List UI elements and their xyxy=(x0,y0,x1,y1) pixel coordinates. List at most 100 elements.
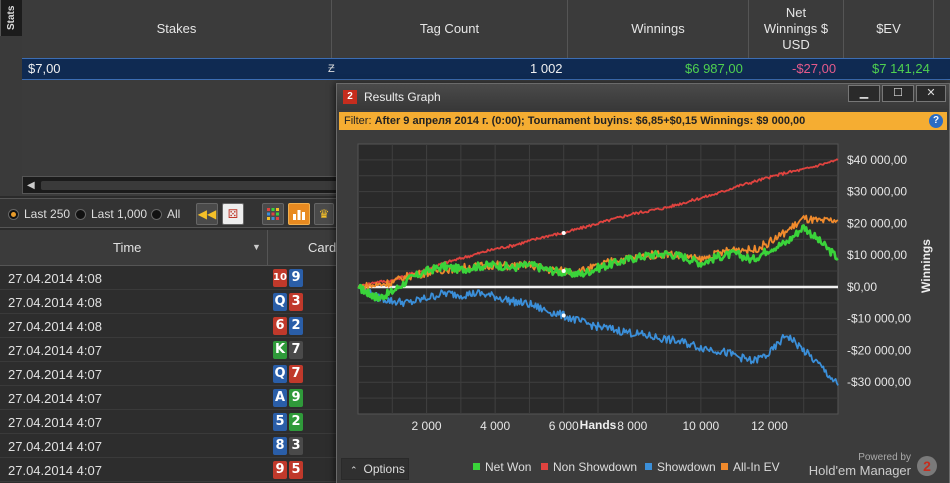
radio-all[interactable] xyxy=(151,209,162,220)
hand-time: 27.04.2014 4:07 xyxy=(8,439,102,454)
hover-marker xyxy=(561,269,566,274)
winnings-value: $6 987,00 xyxy=(685,61,743,76)
app-logo-icon: 2 xyxy=(343,90,357,104)
x-tick-label: 10 000 xyxy=(683,419,720,433)
col-header-time[interactable]: Time ▼ xyxy=(0,230,268,266)
playing-card: 9 xyxy=(289,269,303,287)
legend-label-non-showdown: Non Showdown xyxy=(553,460,638,474)
col-header-ev[interactable]: $EV xyxy=(844,0,934,58)
legend-label-all-in-ev: All-In EV xyxy=(733,460,780,474)
hands-filter-bar: Last 250 Last 1,000 All ◀◀ ⚄ ♛ xyxy=(0,198,340,228)
legend-non-showdown[interactable]: Non Showdown xyxy=(541,460,637,474)
y-tick-label: -$30 000,00 xyxy=(847,375,911,389)
table-row[interactable]: 27.04.2014 4:08 10 9 xyxy=(0,266,340,290)
table-row[interactable]: 27.04.2014 4:07 A 9 xyxy=(0,386,340,410)
net-winnings-value: -$27,00 xyxy=(792,61,837,76)
col-header-card[interactable]: Card xyxy=(268,230,340,266)
brand-label: Hold'em Manager xyxy=(808,463,911,478)
x-tick-label: 2 000 xyxy=(412,419,442,433)
y-tick-label: $20 000,00 xyxy=(847,216,907,230)
results-graph-titlebar[interactable]: 2 Results Graph ▁ ☐ ✕ xyxy=(337,84,949,110)
legend-swatch-net-won xyxy=(473,463,480,470)
table-row[interactable]: 27.04.2014 4:08 6 2 xyxy=(0,314,340,338)
y-tick-label: $10 000,00 xyxy=(847,248,907,262)
playing-card: A xyxy=(273,389,287,407)
stats-row[interactable]: $7,00 Ƶ 1 002 $6 987,00 -$27,00 $7 141,2… xyxy=(22,58,950,80)
help-icon[interactable]: ? xyxy=(929,114,943,128)
table-row[interactable]: 27.04.2014 4:07 Q 7 xyxy=(0,362,340,386)
hand-time: 27.04.2014 4:07 xyxy=(8,415,102,430)
radio-last-250[interactable] xyxy=(8,209,19,220)
playing-card: 5 xyxy=(289,461,303,479)
y-tick-label: -$20 000,00 xyxy=(847,343,911,357)
x-tick-label: 6 000 xyxy=(549,419,579,433)
playing-card: 2 xyxy=(289,413,303,431)
graph-filter-bar: Filter: After 9 апреля 2014 г. (0:00); T… xyxy=(339,112,947,130)
radio-last-1000[interactable] xyxy=(75,209,86,220)
minimize-icon[interactable]: ▁ xyxy=(848,85,880,102)
playing-card: 7 xyxy=(289,341,303,359)
legend-label-showdown: Showdown xyxy=(657,460,716,474)
filter-prefix: Filter: xyxy=(344,115,372,127)
playing-card: Q xyxy=(273,365,287,383)
graph-footer: ⌃ Options Net Won Non Showdown Showdown A… xyxy=(337,450,949,483)
stats-tab[interactable]: Stats xyxy=(0,0,22,36)
horizontal-scrollbar[interactable]: ◀ xyxy=(22,176,342,194)
playing-card: 10 xyxy=(273,269,287,287)
playing-card: Q xyxy=(273,293,287,311)
hand-time: 27.04.2014 4:08 xyxy=(8,271,102,286)
scroll-left-icon[interactable]: ◀ xyxy=(27,180,35,191)
count-value: 1 002 xyxy=(530,61,563,76)
legend-swatch-all-in-ev xyxy=(721,463,728,470)
grid-icon[interactable] xyxy=(262,203,284,225)
trophy-icon[interactable]: ♛ xyxy=(314,203,334,225)
hand-time: 27.04.2014 4:07 xyxy=(8,343,102,358)
sort-down-icon[interactable]: ▼ xyxy=(252,242,261,252)
table-row[interactable]: 27.04.2014 4:07 K 7 xyxy=(0,338,340,362)
rewind-icon[interactable]: ◀◀ xyxy=(196,203,218,225)
powered-by-label: Powered by xyxy=(858,452,911,463)
hand-time: 27.04.2014 4:07 xyxy=(8,463,102,478)
playing-card: 3 xyxy=(289,437,303,455)
playing-card: K xyxy=(273,341,287,359)
legend-all-in-ev[interactable]: All-In EV xyxy=(721,460,780,474)
playing-card: 9 xyxy=(273,461,287,479)
col-header-winnings[interactable]: Winnings xyxy=(568,0,749,58)
playing-card: 3 xyxy=(289,293,303,311)
table-row[interactable]: 27.04.2014 4:07 8 3 xyxy=(0,434,340,458)
results-chart: 2 000 4 000 6 000 8 000 10 000 12 000 $40 000… xyxy=(357,143,933,433)
options-button[interactable]: ⌃ Options xyxy=(341,458,409,480)
playing-card: 6 xyxy=(273,317,287,335)
playing-card: 8 xyxy=(273,437,287,455)
col-header-card-label: Card xyxy=(308,240,337,255)
playing-card: 9 xyxy=(289,389,303,407)
close-icon[interactable]: ✕ xyxy=(916,85,946,102)
window-title: Results Graph xyxy=(364,90,441,104)
hover-marker xyxy=(561,313,566,318)
x-tick-label: 8 000 xyxy=(617,419,647,433)
maximize-icon[interactable]: ☐ xyxy=(882,85,914,102)
table-row[interactable]: 27.04.2014 4:08 Q 3 xyxy=(0,290,340,314)
dice-icon[interactable]: ⚄ xyxy=(222,203,244,225)
y-tick-label: $30 000,00 xyxy=(847,185,907,199)
playing-card: 7 xyxy=(289,365,303,383)
hands-list: 27.04.2014 4:08 10 9 27.04.2014 4:08 Q 3 27.04… xyxy=(0,266,340,483)
results-graph-window: 2 Results Graph ▁ ☐ ✕ Filter: After 9 ап… xyxy=(336,83,950,483)
label-all: All xyxy=(167,207,181,221)
col-header-net-winnings[interactable]: Net Winnings $ USD xyxy=(749,0,844,58)
table-row[interactable]: 27.04.2014 4:07 5 2 xyxy=(0,410,340,434)
legend-swatch-showdown xyxy=(645,463,652,470)
chart-icon[interactable] xyxy=(288,203,310,225)
legend-showdown[interactable]: Showdown xyxy=(645,460,716,474)
legend-label-net-won: Net Won xyxy=(485,460,532,474)
hand-time: 27.04.2014 4:07 xyxy=(8,367,102,382)
y-axis-label: Winnings xyxy=(919,239,933,293)
legend-net-won[interactable]: Net Won xyxy=(473,460,531,474)
table-row[interactable]: 27.04.2014 4:07 9 5 xyxy=(0,458,340,482)
col-header-stakes[interactable]: Stakes xyxy=(22,0,332,58)
hand-time: 27.04.2014 4:07 xyxy=(8,391,102,406)
scrollbar-thumb[interactable] xyxy=(41,181,341,190)
hover-marker xyxy=(561,230,566,235)
stakes-value: $7,00 xyxy=(28,61,61,76)
col-header-tag-count[interactable]: Tag Count xyxy=(332,0,568,58)
